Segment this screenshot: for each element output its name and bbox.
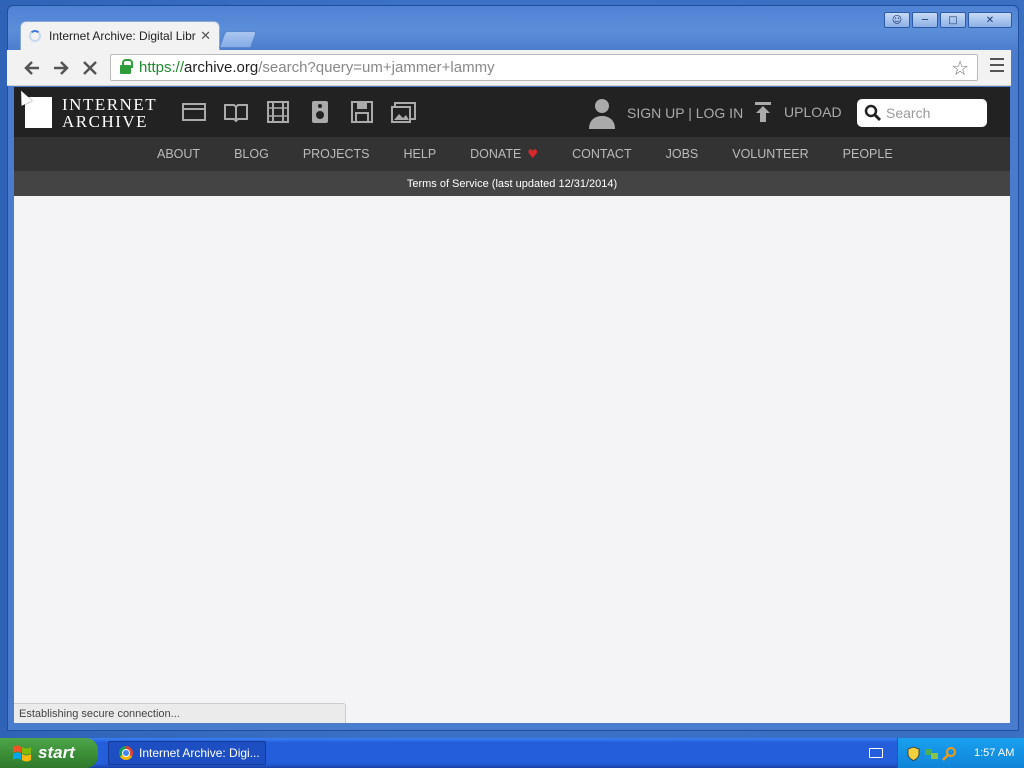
images-icon[interactable] <box>389 99 419 125</box>
nav-volunteer[interactable]: VOLUNTEER <box>732 147 808 161</box>
heart-icon: ♥ <box>527 147 539 161</box>
status-bubble: Establishing secure connection... <box>14 703 346 723</box>
ia-search-input[interactable]: Search <box>857 99 987 127</box>
terms-of-service-link[interactable]: Terms of Service (last updated 12/31/201… <box>14 171 1010 196</box>
search-placeholder: Search <box>886 105 931 121</box>
user-avatar-icon[interactable] <box>587 97 617 129</box>
bookmark-star-icon[interactable]: ☆ <box>951 56 969 80</box>
nav-jobs[interactable]: JOBS <box>666 147 699 161</box>
ia-nav-bar: ABOUT BLOG PROJECTS HELP DONATE ♥ CONTAC… <box>14 137 1010 171</box>
logo-line-2: ARCHIVE <box>62 112 149 131</box>
chrome-menu-icon[interactable] <box>990 58 1004 72</box>
nav-help[interactable]: HELP <box>404 147 437 161</box>
nav-people[interactable]: PEOPLE <box>843 147 893 161</box>
profile-button[interactable]: ☺ <box>884 12 910 28</box>
clock: 1:57 AM <box>974 747 1015 759</box>
texts-icon[interactable] <box>221 99 251 125</box>
nav-donate[interactable]: DONATE ♥ <box>470 147 538 161</box>
lock-icon <box>120 59 133 74</box>
loading-spinner-icon <box>29 30 41 42</box>
signup-login-link[interactable]: SIGN UP | LOG IN <box>627 105 743 121</box>
new-tab-button[interactable] <box>218 31 258 48</box>
security-shield-icon[interactable] <box>906 746 921 761</box>
close-window-button[interactable]: ✕ <box>968 12 1012 28</box>
page-viewport: INTERNET ARCHIVE SIGN UP | LOG IN UPLOAD… <box>14 87 1010 723</box>
network-icon[interactable] <box>924 746 939 761</box>
chrome-icon <box>119 746 133 760</box>
start-button[interactable]: start <box>0 738 98 768</box>
search-tray-icon[interactable] <box>942 746 957 761</box>
system-tray: 1:57 AM <box>897 738 1024 768</box>
nav-contact[interactable]: CONTACT <box>572 147 632 161</box>
forward-arrow-icon <box>54 61 69 75</box>
taskbar: start Internet Archive: Digi... 1:57 AM <box>0 738 1024 768</box>
upload-link[interactable]: UPLOAD <box>752 101 842 123</box>
logo-line-1: INTERNET <box>62 95 158 114</box>
taskbar-chrome-item[interactable]: Internet Archive: Digi... <box>108 741 266 765</box>
upload-label: UPLOAD <box>784 104 842 120</box>
nav-about[interactable]: ABOUT <box>157 147 200 161</box>
media-icons <box>179 99 419 125</box>
nav-projects[interactable]: PROJECTS <box>303 147 370 161</box>
windows-logo-icon <box>13 745 31 762</box>
search-icon <box>864 104 882 122</box>
upload-icon <box>755 102 771 122</box>
forward-button[interactable] <box>50 57 72 79</box>
user-area: SIGN UP | LOG IN <box>587 97 743 129</box>
maximize-button[interactable]: □ <box>940 12 966 28</box>
stop-button[interactable] <box>79 57 101 79</box>
browser-tab[interactable]: Internet Archive: Digital Libra ✕ <box>20 21 220 50</box>
video-icon[interactable] <box>263 99 293 125</box>
audio-icon[interactable] <box>305 99 335 125</box>
web-icon[interactable] <box>179 99 209 125</box>
keyboard-icon[interactable] <box>869 748 883 758</box>
url-host: archive.org <box>184 59 259 76</box>
nav-donate-label: DONATE <box>470 147 522 161</box>
nav-blog[interactable]: BLOG <box>234 147 269 161</box>
window-controls: ☺ ─ □ ✕ <box>884 12 1012 28</box>
address-bar[interactable]: https://archive.org/search?query=um+jamm… <box>110 54 978 81</box>
browser-toolbar: https://archive.org/search?query=um+jamm… <box>7 50 1011 86</box>
software-icon[interactable] <box>347 99 377 125</box>
stop-x-icon <box>83 61 97 75</box>
ia-logo-text[interactable]: INTERNET ARCHIVE <box>62 96 157 130</box>
start-label: start <box>38 743 75 762</box>
minimize-button[interactable]: ─ <box>912 12 938 28</box>
taskbar-item-label: Internet Archive: Digi... <box>139 746 260 760</box>
tab-close-icon[interactable]: ✕ <box>200 29 211 44</box>
back-arrow-icon <box>24 61 39 75</box>
tab-title: Internet Archive: Digital Libra <box>49 29 197 43</box>
url-path: /search?query=um+jammer+lammy <box>258 59 495 76</box>
url-scheme: https:// <box>139 59 185 76</box>
back-button[interactable] <box>21 57 43 79</box>
ia-top-bar: INTERNET ARCHIVE SIGN UP | LOG IN UPLOAD… <box>14 87 1010 137</box>
